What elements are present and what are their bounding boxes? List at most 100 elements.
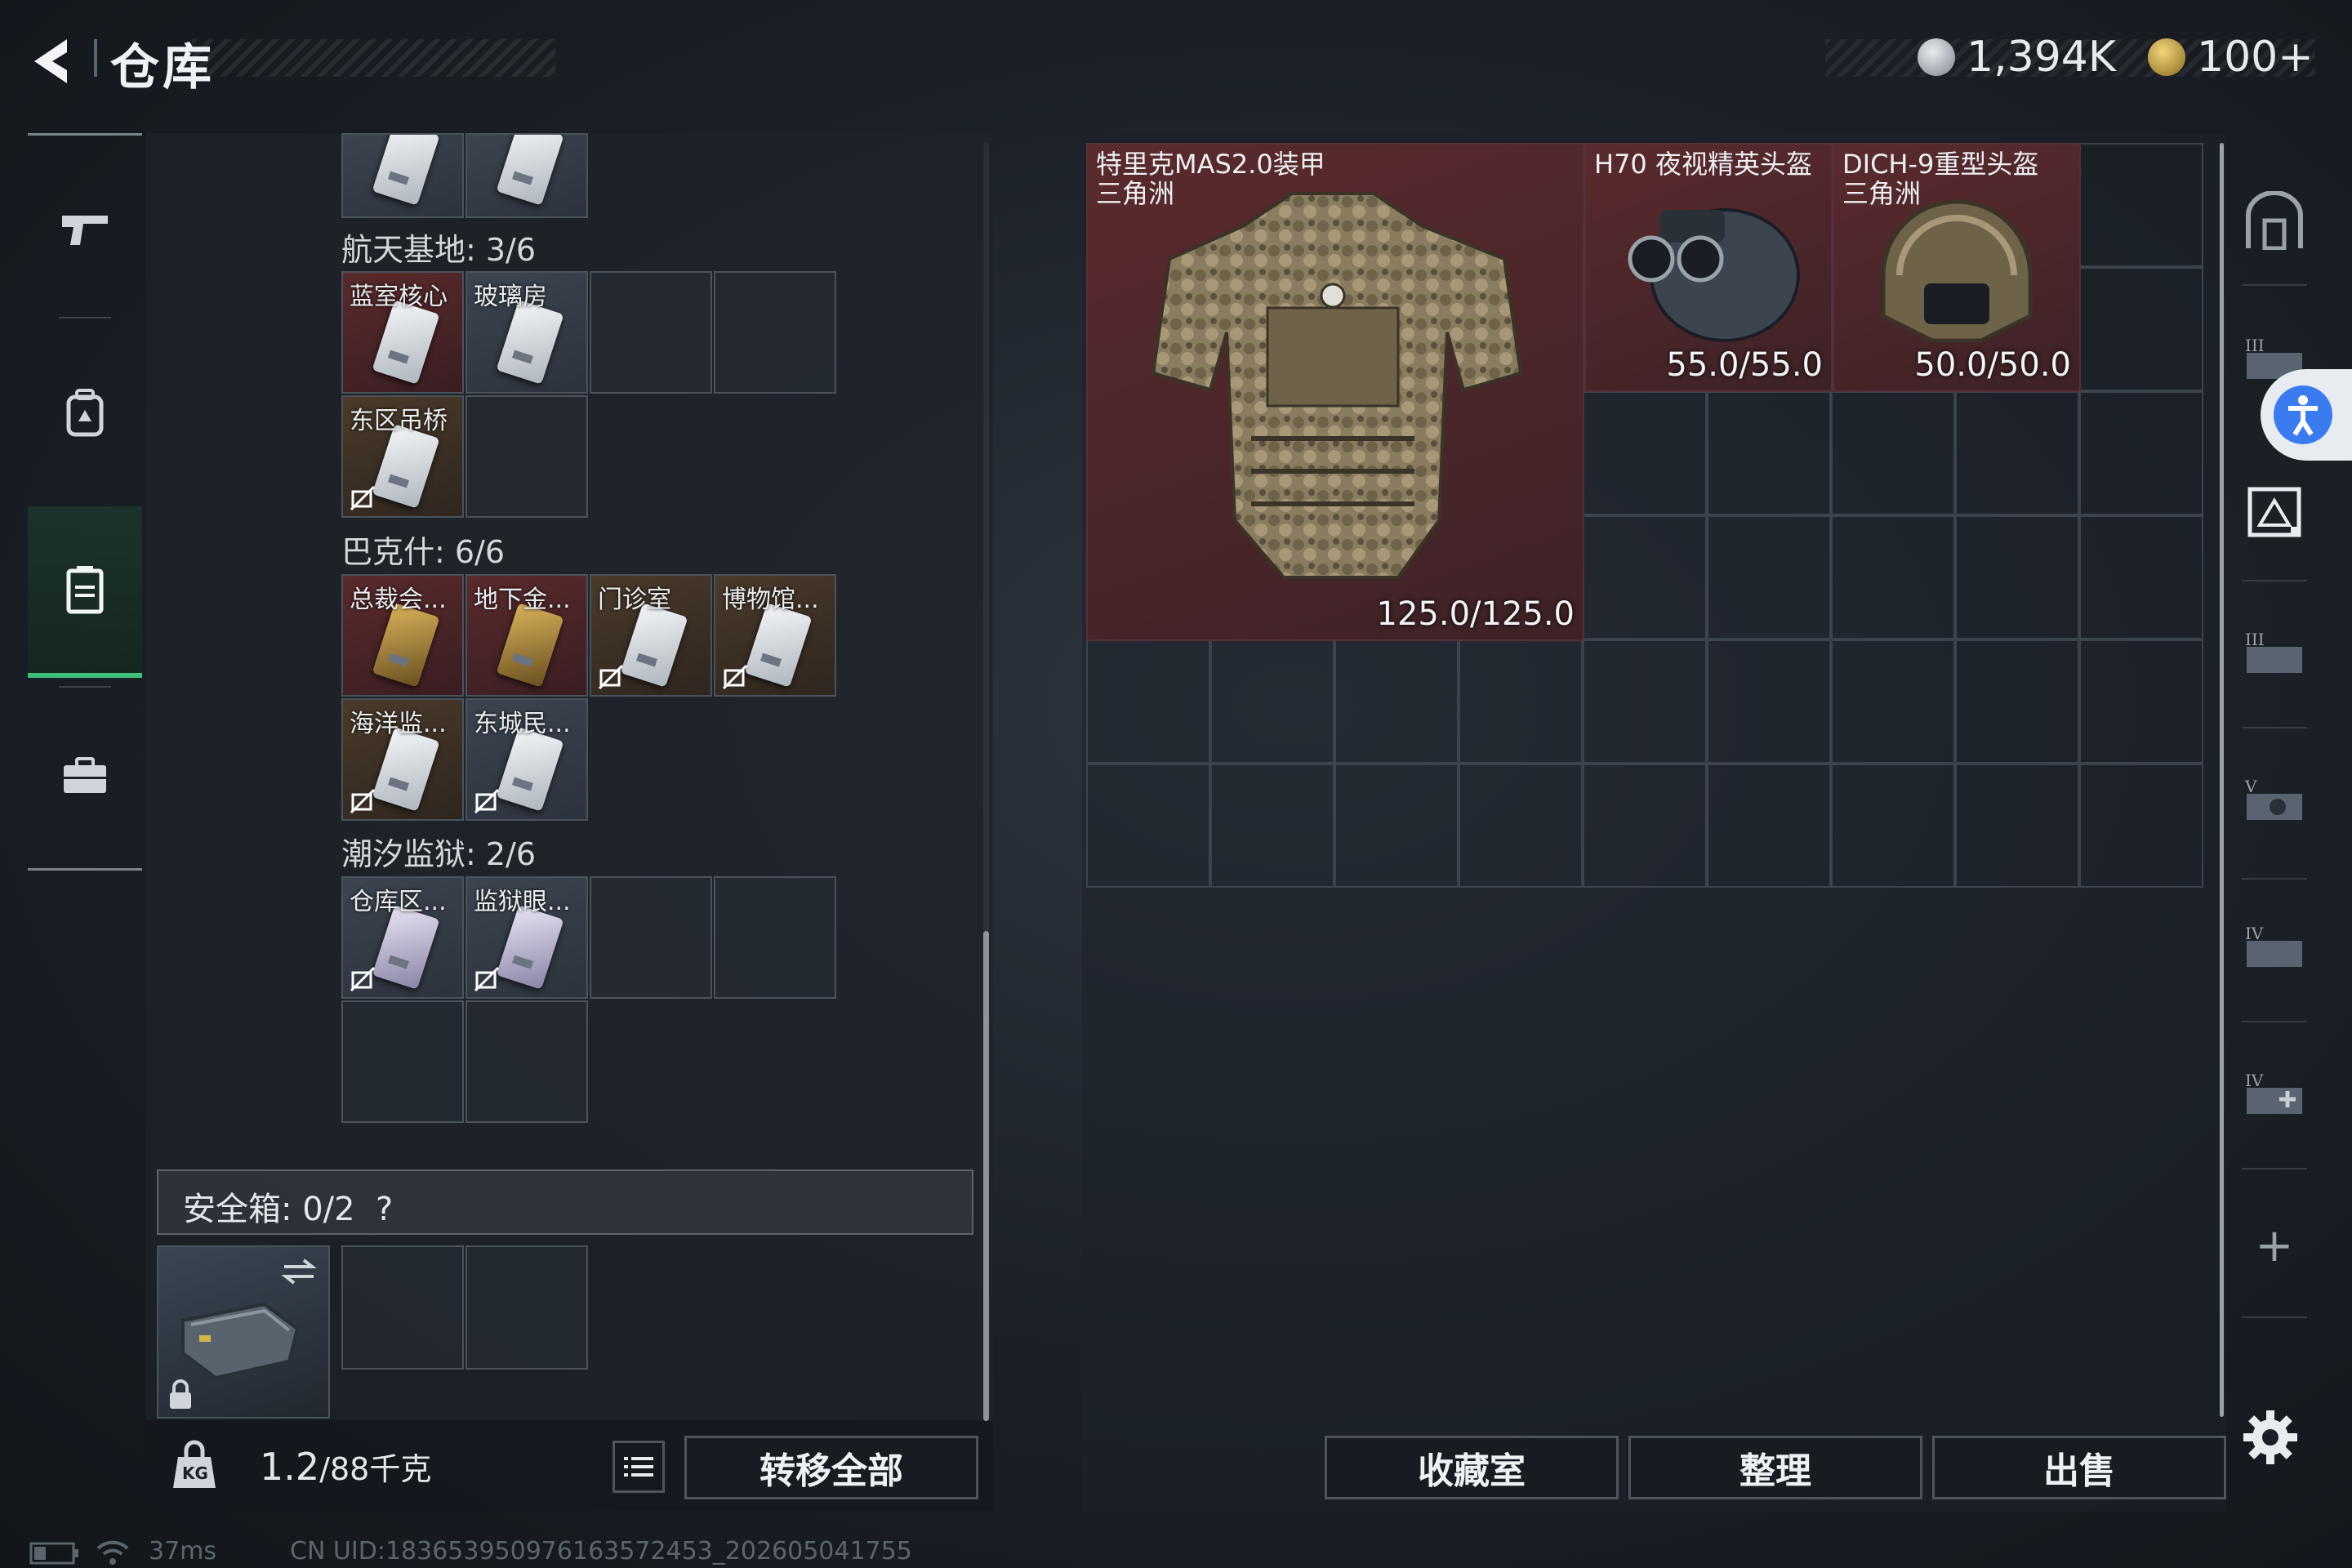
keycard-item[interactable]: 总裁会...	[341, 574, 464, 697]
nav-bottom-line	[28, 868, 142, 871]
stash-slot[interactable]	[1831, 764, 1955, 888]
stash-scrollbar[interactable]	[2220, 143, 2224, 1417]
rail-container-iv-b[interactable]: IV	[2230, 1049, 2319, 1139]
keycard-item[interactable]: 仓库区...	[341, 876, 464, 999]
rail-container-iv-a[interactable]: IV	[2230, 902, 2319, 992]
keycard-image	[496, 300, 564, 385]
list-icon	[624, 1457, 653, 1477]
stash-slot[interactable]	[1086, 639, 1210, 764]
nav-locker[interactable]	[28, 506, 142, 678]
add-container-button[interactable]: +	[2230, 1200, 2319, 1290]
keycard-item[interactable]: 博物馆...	[714, 574, 836, 697]
stash-slot[interactable]	[2079, 143, 2203, 267]
stash-slot[interactable]	[1334, 764, 1459, 888]
settings-button[interactable]	[2230, 1396, 2311, 1478]
empty-slot[interactable]	[590, 876, 712, 999]
empty-slot[interactable]	[341, 1000, 464, 1123]
help-icon[interactable]: ?	[376, 1191, 393, 1228]
keycard-item[interactable]: 东城民...	[466, 698, 588, 821]
stash-slot[interactable]	[2079, 639, 2203, 764]
inventory-scrollbar[interactable]	[983, 931, 989, 1421]
empty-slot[interactable]	[590, 271, 712, 394]
stash-slot[interactable]	[2079, 267, 2203, 391]
keycard-item[interactable]: 海洋监...	[341, 698, 464, 821]
stash-slot[interactable]	[1955, 764, 2079, 888]
safe-box-slot[interactable]	[466, 1245, 588, 1370]
keycard-item[interactable]: 东区吊桥	[341, 395, 464, 518]
stash-slot[interactable]	[1210, 639, 1334, 764]
keycard-item[interactable]: 蓝室核心	[341, 271, 464, 394]
stash-slot[interactable]	[1459, 764, 1583, 888]
stash-slot[interactable]	[2079, 764, 2203, 888]
empty-slot[interactable]	[714, 876, 836, 999]
keycard-item[interactable]	[466, 133, 588, 218]
currency-tokens[interactable]: 100+	[2148, 31, 2314, 83]
stash-slot[interactable]	[1831, 391, 1955, 515]
keycard-image	[496, 603, 564, 688]
stash-slot[interactable]	[1583, 391, 1707, 515]
empty-slot[interactable]	[466, 1000, 588, 1123]
stash-slot[interactable]	[1583, 515, 1707, 639]
stash-slot[interactable]	[1583, 764, 1707, 888]
gear-icon	[2243, 1410, 2297, 1464]
stash-slot[interactable]	[1210, 764, 1334, 888]
sell-button[interactable]: 出售	[1932, 1436, 2226, 1499]
item-durability: 125.0/125.0	[1376, 595, 1575, 633]
nav-separator	[59, 317, 111, 318]
stash-slot[interactable]	[1707, 764, 1831, 888]
accessibility-button[interactable]	[2261, 369, 2352, 461]
stash-slot[interactable]	[1831, 515, 1955, 639]
stash-slot[interactable]	[2079, 391, 2203, 515]
rail-home-container[interactable]	[2230, 176, 2319, 265]
list-view-button[interactable]	[612, 1441, 665, 1493]
stash-slot[interactable]	[1583, 639, 1707, 764]
keycard-name: 监狱眼...	[474, 888, 571, 916]
keycard-item[interactable]: 玻璃房	[466, 271, 588, 394]
rail-container-iii-b[interactable]: III	[2230, 608, 2319, 698]
stash-slot[interactable]	[2079, 515, 2203, 639]
stash-slot[interactable]	[1459, 639, 1583, 764]
night-vision-helmet-image	[1628, 208, 1800, 342]
nav-briefcase[interactable]	[28, 694, 142, 858]
stash-slot[interactable]	[1086, 764, 1210, 888]
weight-max: /88千克	[319, 1451, 432, 1487]
safe-case-slot[interactable]	[157, 1245, 330, 1419]
keycard-item[interactable]: 监狱眼...	[466, 876, 588, 999]
svg-text:III: III	[2245, 336, 2265, 355]
keycard-item[interactable]: 门诊室	[590, 574, 712, 697]
helmet-item[interactable]: H70 夜视精英头盔 55.0/55.0	[1584, 143, 1833, 392]
keycard-item[interactable]: 地下金...	[466, 574, 588, 697]
empty-slot[interactable]	[466, 395, 588, 518]
back-button[interactable]	[24, 33, 82, 90]
no-trade-icon	[722, 664, 748, 690]
sort-button[interactable]: 整理	[1628, 1436, 1922, 1499]
stash-slot[interactable]	[1707, 515, 1831, 639]
keycard-name: 玻璃房	[474, 283, 547, 311]
stash-slot[interactable]	[1955, 639, 2079, 764]
rail-container-v[interactable]: V	[2230, 755, 2319, 845]
item-name: 特里克MAS2.0装甲 三角洲	[1096, 149, 1325, 209]
collection-room-button[interactable]: 收藏室	[1325, 1436, 1619, 1499]
nav-weapons[interactable]	[28, 147, 142, 310]
heavy-helmet-item[interactable]: DICH-9重型头盔 三角洲 50.0/50.0	[1833, 143, 2081, 392]
stash-slot[interactable]	[1831, 639, 1955, 764]
stash-slot[interactable]	[1334, 639, 1459, 764]
transfer-all-button[interactable]: 转移全部	[684, 1436, 978, 1499]
ping-value: 37ms	[149, 1537, 217, 1566]
stash-slot[interactable]	[1955, 515, 2079, 639]
briefcase-icon	[64, 757, 106, 793]
swap-icon[interactable]	[279, 1255, 318, 1288]
backpack-icon	[66, 389, 104, 437]
armor-item[interactable]: 特里克MAS2.0装甲 三角洲 125.0/125.0	[1086, 143, 1584, 641]
stash-slot[interactable]	[1707, 391, 1831, 515]
rail-container-selected[interactable]	[2230, 466, 2319, 555]
safe-box-slot[interactable]	[341, 1245, 464, 1370]
empty-slot[interactable]	[714, 271, 836, 394]
stash-slot[interactable]	[1707, 639, 1831, 764]
nav-backpack[interactable]	[28, 331, 142, 494]
safe-box-bar[interactable]: 安全箱: 0/2 ?	[157, 1169, 973, 1235]
stash-slot[interactable]	[1955, 391, 2079, 515]
rail-separator	[2242, 580, 2307, 581]
body-armor-image	[1151, 192, 1523, 579]
keycard-item[interactable]	[341, 133, 464, 218]
